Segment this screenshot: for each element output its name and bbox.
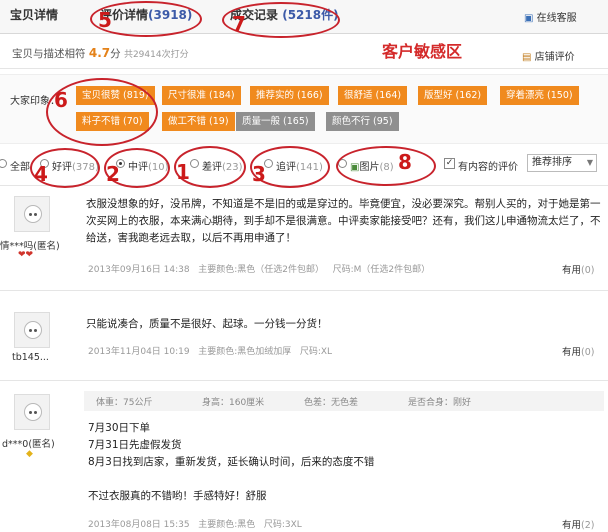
review-size: 尺码:M（任选2件包邮） — [332, 265, 431, 275]
chat-icon: ▣ — [524, 13, 534, 24]
review-line: 不过衣服真的不错哟！手感特好！舒服 — [88, 490, 267, 502]
rating-total: 共29414次打分 — [123, 50, 189, 60]
annotation-number: 4 — [34, 162, 48, 186]
body-height: 身高：160厘米 — [202, 398, 265, 408]
avatar[interactable] — [14, 312, 50, 348]
review-line: 8月3日找到店家，重新发货，延长确认时间，后来的态度不错 — [88, 456, 375, 468]
online-service-link[interactable]: ▣ 在线客服 — [524, 9, 577, 24]
chevron-down-icon: ▼ — [586, 158, 593, 167]
review-color: 主要颜色:黑色 — [198, 520, 256, 530]
has-content-checkbox[interactable]: ✓ — [444, 158, 455, 169]
avatar[interactable] — [14, 196, 50, 232]
impression-tag[interactable]: 质量一般 (165) — [236, 112, 315, 131]
useful-label: 有用 — [562, 265, 582, 276]
annotation-number: 2 — [106, 162, 120, 186]
review-size: 尺码:3XL — [263, 520, 302, 530]
filter-all-label[interactable]: 全部 — [10, 158, 30, 173]
impression-tag[interactable]: 尺寸很准 (184) — [162, 86, 241, 105]
review-user[interactable]: d***0(匿名) — [2, 436, 55, 450]
review-user[interactable]: tb145... — [12, 352, 49, 363]
impression-tag[interactable]: 很舒适 (164) — [338, 86, 408, 105]
user-face-icon — [24, 403, 42, 421]
diamond-rank-icon: ◆ — [26, 449, 33, 459]
useful-label: 有用 — [562, 347, 582, 358]
review-date: 2013年11月04日 10:19 — [88, 347, 190, 357]
annotation-number: 5 — [98, 8, 112, 32]
shop-rating-label: 店铺评价 — [534, 52, 575, 63]
annotation-number: 8 — [398, 150, 412, 174]
review-date: 2013年09月16日 14:38 — [88, 265, 190, 275]
avatar[interactable] — [14, 394, 50, 430]
online-service-label: 在线客服 — [536, 13, 577, 24]
annotation-number: 1 — [176, 160, 190, 184]
annotation-number: 3 — [252, 162, 266, 186]
has-content-label[interactable]: 有内容的评价 — [458, 158, 518, 173]
useful-count: (0) — [581, 347, 595, 358]
heart-rank-icon: ❤❤ — [18, 250, 34, 260]
annotation-number: 6 — [54, 88, 68, 112]
useful-label: 有用 — [562, 520, 582, 531]
useful-count: (2) — [581, 520, 595, 531]
review-meta: 2013年11月04日 10:19 主要颜色:黑色加绒加厚 尺码:XL — [88, 344, 332, 357]
rating-summary: 宝贝与描述相符 4.7分 共29414次打分 — [12, 46, 189, 61]
tab-item-details[interactable]: 宝贝详情 — [10, 6, 58, 23]
review-text: 只能说凑合，质量不是很好、起球。一分钱一分货！ — [86, 318, 328, 330]
impression-tag[interactable]: 版型好 (162) — [418, 86, 488, 105]
impression-tag[interactable]: 穿着漂亮 (150) — [500, 86, 579, 105]
impression-tag[interactable]: 推荐实的 (166) — [250, 86, 329, 105]
annotation-number: 7 — [232, 12, 246, 36]
impression-tag[interactable]: 颜色不行 (95) — [326, 112, 399, 131]
sort-select[interactable]: 推荐排序 ▼ — [527, 154, 597, 172]
rating-label: 宝贝与描述相符 — [12, 48, 86, 60]
review-meta: 2013年08月08日 15:35 主要颜色:黑色 尺码:3XL — [88, 517, 302, 530]
filter-all-radio[interactable] — [0, 159, 7, 168]
annotation-oval-pic — [336, 146, 436, 186]
review-date: 2013年08月08日 15:35 — [88, 520, 190, 530]
review-text: 衣服没想象的好，没吊牌，不知道是不是旧的或是穿过的。毕竟便宜，没必要深究。帮别人… — [86, 198, 601, 244]
sort-select-value: 推荐排序 — [532, 157, 572, 168]
body-weight: 体重：75公斤 — [96, 398, 153, 408]
shop-icon: ▤ — [522, 52, 532, 63]
user-face-icon — [24, 205, 42, 223]
review-size: 尺码:XL — [299, 347, 333, 357]
useful-button[interactable]: 有用(2) — [562, 517, 594, 531]
useful-button[interactable]: 有用(0) — [562, 344, 594, 358]
review-line: 7月30日下单 — [88, 422, 151, 434]
shop-rating-link[interactable]: ▤ 店铺评价 — [522, 48, 575, 63]
review-color: 主要颜色:黑色（任选2件包邮） — [198, 265, 324, 275]
body-fit: 是否合身：刚好 — [408, 398, 472, 408]
sensitive-zone-label: 客户敏感区 — [382, 42, 463, 61]
body-color-diff: 色差：无色差 — [304, 398, 359, 408]
review-color: 主要颜色:黑色加绒加厚 — [198, 347, 292, 357]
user-face-icon — [24, 321, 42, 339]
useful-button[interactable]: 有用(0) — [562, 262, 594, 276]
rating-score: 4.7 — [88, 46, 111, 60]
rating-unit: 分 — [110, 48, 121, 60]
review-line: 7月31日先虚假发货 — [88, 439, 182, 451]
useful-count: (0) — [581, 265, 595, 276]
impression-tag[interactable]: 做工不错 (19) — [162, 112, 235, 131]
review-meta: 2013年09月16日 14:38 主要颜色:黑色（任选2件包邮） 尺码:M（任… — [88, 262, 430, 275]
